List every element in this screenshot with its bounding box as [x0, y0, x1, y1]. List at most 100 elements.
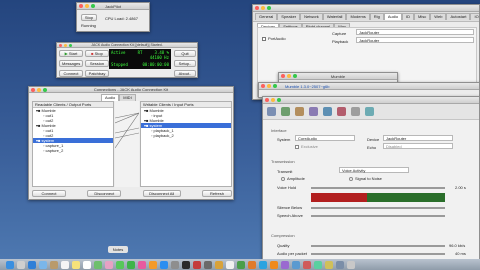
- prefs-tab[interactable]: Speaker: [277, 13, 301, 20]
- zoom-icon[interactable]: [293, 74, 297, 78]
- app-icon[interactable]: [281, 260, 289, 269]
- chrome-icon[interactable]: [237, 260, 245, 269]
- toolbar-icon[interactable]: [281, 107, 290, 116]
- jack-icon[interactable]: [193, 260, 201, 269]
- minimize-icon[interactable]: [267, 84, 271, 88]
- prefs-tab[interactable]: Rig: [369, 13, 384, 20]
- quit-button[interactable]: Quit: [174, 50, 196, 57]
- ibooks-icon[interactable]: [149, 260, 157, 269]
- terminal-icon[interactable]: [182, 260, 190, 269]
- capture-select[interactable]: JackRouter: [356, 29, 474, 35]
- speech-above-slider[interactable]: [311, 215, 445, 217]
- app-icon[interactable]: [303, 260, 311, 269]
- app-icon[interactable]: [314, 260, 322, 269]
- trash-icon[interactable]: [347, 260, 355, 269]
- jackpilot-titlebar[interactable]: JackPilot: [77, 3, 149, 10]
- jack-control-titlebar[interactable]: JACK Audio Connection Kit [(default)] St…: [57, 43, 197, 48]
- portaudio-checkbox[interactable]: [262, 36, 266, 41]
- minimize-icon[interactable]: [287, 74, 291, 78]
- disconnect-all-button[interactable]: Disconnect All: [142, 190, 181, 197]
- close-icon[interactable]: [255, 6, 259, 10]
- prefs-titlebar[interactable]: [253, 5, 479, 12]
- app-store-icon[interactable]: [160, 260, 168, 269]
- calendar-icon[interactable]: [61, 260, 69, 269]
- signal-noise-radio[interactable]: [349, 177, 353, 181]
- close-icon[interactable]: [281, 74, 285, 78]
- facetime-icon[interactable]: [127, 260, 135, 269]
- prefs-tab[interactable]: General: [255, 13, 278, 20]
- playback-select[interactable]: JackRouter: [356, 37, 474, 43]
- close-icon[interactable]: [59, 43, 62, 47]
- exclusive-checkbox[interactable]: [295, 145, 299, 149]
- amplitude-radio[interactable]: [281, 177, 285, 181]
- zoom-icon[interactable]: [69, 43, 72, 47]
- app-icon[interactable]: [292, 260, 300, 269]
- about-button[interactable]: About..: [174, 70, 196, 77]
- reminders-icon[interactable]: [83, 260, 91, 269]
- maps-icon[interactable]: [94, 260, 102, 269]
- zoom-icon[interactable]: [43, 87, 47, 92]
- tab-midi[interactable]: MIDI: [119, 94, 136, 101]
- minimize-icon[interactable]: [37, 87, 41, 92]
- tab-audio[interactable]: Audio: [101, 94, 120, 101]
- toolbar-icon[interactable]: [323, 107, 332, 116]
- toolbar-icon[interactable]: [365, 107, 374, 116]
- downloads-icon[interactable]: [336, 260, 344, 269]
- photos-icon[interactable]: [105, 260, 113, 269]
- close-icon[interactable]: [265, 98, 269, 102]
- prefs-tab[interactable]: Modems: [346, 13, 370, 20]
- zoom-icon[interactable]: [267, 6, 271, 10]
- prefs-tab[interactable]: Network: [300, 13, 323, 20]
- minimize-icon[interactable]: [271, 98, 275, 102]
- stop-jack-button[interactable]: ■ Stop: [85, 50, 109, 57]
- quality-slider[interactable]: [311, 245, 445, 247]
- patchbay-button[interactable]: Patchbay: [85, 70, 109, 77]
- safari-icon[interactable]: [28, 260, 36, 269]
- skype-icon[interactable]: [259, 260, 267, 269]
- firefox-icon[interactable]: [248, 260, 256, 269]
- prefs-tab[interactable]: Waterfall: [322, 13, 347, 20]
- close-icon[interactable]: [261, 84, 265, 88]
- minimize-icon[interactable]: [64, 43, 67, 47]
- contacts-icon[interactable]: [50, 260, 58, 269]
- close-icon[interactable]: [79, 4, 83, 8]
- zoom-icon[interactable]: [91, 4, 95, 8]
- mumble-mini-titlebar[interactable]: Mumble: [279, 73, 397, 80]
- start-button[interactable]: ▶ Start: [59, 50, 83, 57]
- messages-button[interactable]: Messages: [59, 60, 83, 67]
- disconnect-button[interactable]: Disconnect: [87, 190, 122, 197]
- toolbar-icon[interactable]: [309, 107, 318, 116]
- connections-titlebar[interactable]: Connections - JACK Audio Connection Kit: [29, 87, 233, 93]
- setup-button[interactable]: Setup..: [174, 60, 196, 67]
- app-icon[interactable]: [325, 260, 333, 269]
- mumble-main-titlebar[interactable]: Mumble 1.3.0~2507~g6b: [259, 83, 479, 90]
- connect-button[interactable]: Connect: [59, 70, 83, 77]
- audio-per-packet-slider[interactable]: [311, 253, 445, 255]
- zoom-icon[interactable]: [273, 84, 277, 88]
- port-row[interactable]: ◦ playback_2: [141, 133, 231, 138]
- audio-app-icon[interactable]: [215, 260, 223, 269]
- preferences-icon[interactable]: [171, 260, 179, 269]
- voice-hold-slider[interactable]: [311, 187, 445, 189]
- port-row[interactable]: ◦ capture_2: [33, 148, 113, 153]
- system-select[interactable]: CoreAudio: [295, 135, 355, 141]
- toolbar-icon[interactable]: [337, 107, 346, 116]
- prefs-tab[interactable]: IO: [470, 13, 479, 20]
- itunes-icon[interactable]: [138, 260, 146, 269]
- prefs-tab-audio[interactable]: Audio: [383, 13, 403, 20]
- session-button[interactable]: Session: [85, 60, 109, 67]
- prefs-tab[interactable]: Autostart: [446, 13, 471, 20]
- minimize-icon[interactable]: [261, 6, 265, 10]
- zoom-icon[interactable]: [277, 98, 281, 102]
- finder-icon[interactable]: [6, 260, 14, 269]
- device-select[interactable]: JackRouter: [383, 135, 453, 141]
- mumble-icon[interactable]: [204, 260, 212, 269]
- toolbar-icon[interactable]: [351, 107, 360, 116]
- refresh-button[interactable]: Refresh: [201, 190, 232, 197]
- transmit-select[interactable]: Voice Activity: [339, 167, 409, 173]
- vlc-icon[interactable]: [270, 260, 278, 269]
- mumble-settings-titlebar[interactable]: [263, 97, 479, 104]
- minimize-icon[interactable]: [85, 4, 89, 8]
- stop-button[interactable]: Stop: [81, 14, 97, 21]
- prefs-tab[interactable]: ID: [402, 13, 415, 20]
